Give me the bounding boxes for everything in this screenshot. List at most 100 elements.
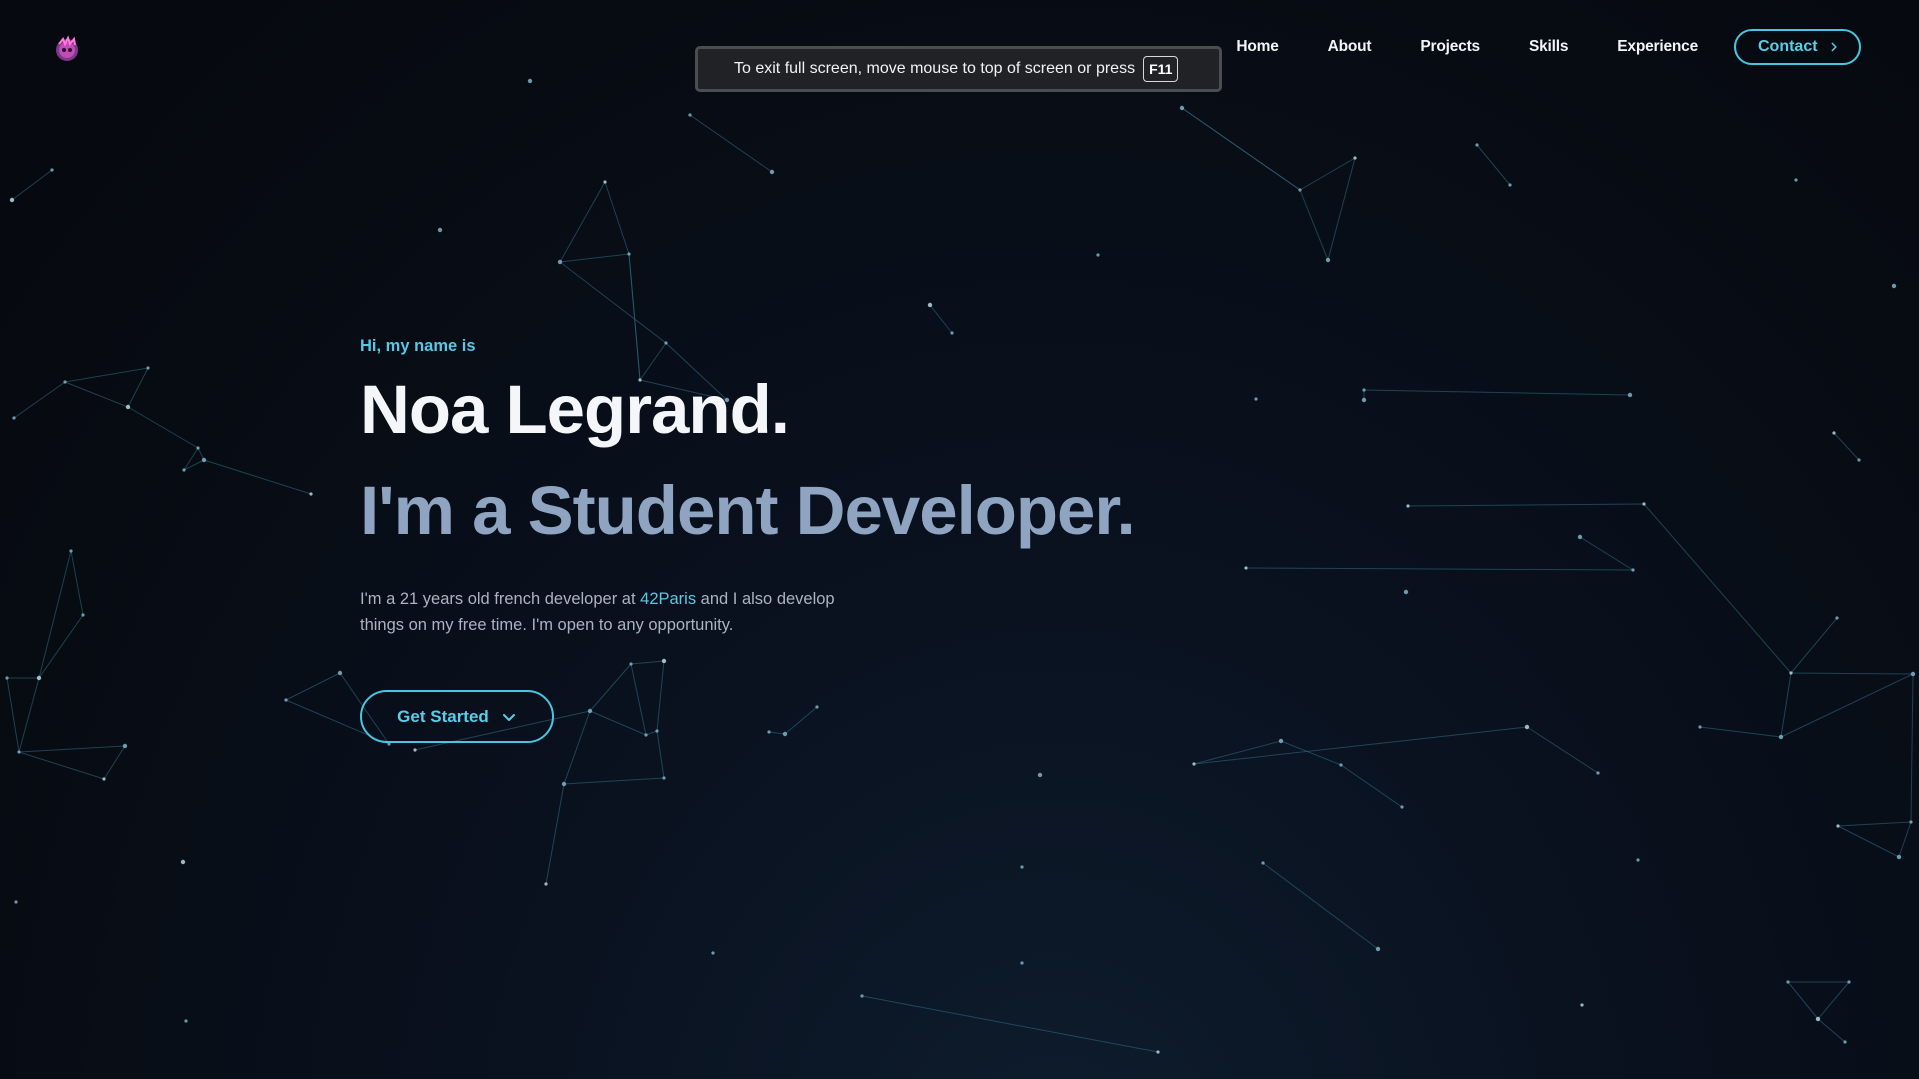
network-node — [557, 259, 563, 265]
network-node — [644, 733, 648, 737]
network-node — [1835, 616, 1839, 620]
network-node — [284, 698, 288, 702]
description-text-start: I'm a 21 years old french developer at — [360, 590, 641, 608]
network-edge — [1299, 189, 1329, 261]
network-edge — [768, 731, 786, 735]
network-edge — [589, 710, 647, 736]
network-node — [1789, 671, 1793, 675]
network-node — [603, 180, 607, 184]
network-edge — [656, 730, 665, 779]
network-edge — [559, 253, 630, 263]
network-edge — [38, 614, 84, 679]
network-node — [1179, 105, 1185, 111]
network-node — [1891, 283, 1897, 289]
network-node — [5, 676, 9, 680]
network-edge — [18, 745, 126, 753]
network-node — [561, 781, 567, 787]
network-edge — [70, 550, 84, 616]
network-edge — [285, 672, 341, 701]
network-node — [1375, 946, 1381, 952]
network-node — [1261, 861, 1265, 865]
get-started-button[interactable]: Get Started — [360, 690, 554, 743]
network-edge — [1181, 107, 1301, 191]
network-edge — [1327, 157, 1356, 261]
network-node — [1325, 257, 1331, 263]
page: To exit full screen, move mouse to top o… — [0, 0, 1919, 1079]
network-edge — [103, 745, 126, 780]
network-node — [1524, 724, 1530, 730]
network-node — [927, 302, 933, 308]
contact-button[interactable]: Contact — [1734, 29, 1861, 65]
nav-projects[interactable]: Projects — [1420, 38, 1480, 56]
network-node — [655, 729, 659, 733]
network-node — [1857, 458, 1861, 462]
network-edge — [630, 663, 647, 736]
network-edge — [656, 660, 665, 732]
nav-skills[interactable]: Skills — [1529, 38, 1569, 56]
network-node — [1642, 502, 1646, 506]
network-edge — [1643, 503, 1792, 674]
network-edge — [645, 730, 658, 736]
network-node — [950, 331, 954, 335]
network-node — [182, 468, 186, 472]
hero-name: Noa Legrand. — [360, 371, 790, 448]
network-node — [196, 446, 200, 450]
network-node — [1020, 865, 1024, 869]
network-edge — [784, 706, 818, 735]
network-edge — [559, 261, 667, 344]
network-edge — [604, 181, 630, 255]
network-node — [544, 882, 548, 886]
nav-experience[interactable]: Experience — [1617, 38, 1698, 56]
network-node — [201, 457, 207, 463]
network-edge — [1817, 1018, 1846, 1043]
nav-home[interactable]: Home — [1236, 38, 1278, 56]
network-edge — [18, 677, 40, 753]
network-node — [337, 670, 343, 676]
network-node — [12, 416, 16, 420]
nav-about[interactable]: About — [1328, 38, 1372, 56]
network-node — [527, 78, 533, 84]
network-node — [1475, 143, 1479, 147]
network-edge — [64, 367, 149, 383]
network-edge — [203, 459, 312, 495]
network-node — [125, 404, 131, 410]
network-edge — [563, 710, 591, 785]
get-started-label: Get Started — [397, 706, 489, 726]
network-edge — [64, 381, 129, 408]
network-node — [1815, 1016, 1821, 1022]
network-edge — [628, 253, 641, 381]
network-edge — [1193, 726, 1528, 765]
network-node — [815, 705, 819, 709]
fullscreen-notice-text: To exit full screen, move mouse to top o… — [734, 60, 1136, 77]
network-edge — [1299, 157, 1356, 191]
network-node — [1577, 534, 1583, 540]
network-node — [1406, 504, 1410, 508]
network-edge — [1526, 726, 1599, 774]
network-node — [63, 380, 67, 384]
network-node — [413, 748, 417, 752]
hero-greeting: Hi, my name is — [360, 337, 476, 355]
network-edge — [1245, 567, 1634, 571]
network-edge — [689, 114, 773, 173]
network-edge — [589, 663, 632, 712]
main-navigation: Home About Projects Skills Experience Co… — [1236, 29, 1861, 65]
network-edge — [563, 777, 665, 785]
network-node — [1400, 805, 1404, 809]
network-node — [627, 252, 631, 256]
network-node — [629, 662, 633, 666]
network-node — [1192, 762, 1196, 766]
network-edge — [1193, 740, 1282, 765]
network-node — [1698, 725, 1702, 729]
network-node — [9, 197, 15, 203]
network-node — [36, 675, 42, 681]
network-node — [1910, 671, 1916, 677]
network-node — [1156, 1050, 1160, 1054]
contact-button-label: Contact — [1758, 38, 1818, 55]
logo-icon[interactable] — [52, 34, 82, 64]
network-node — [1631, 568, 1635, 572]
network-edge — [1340, 764, 1403, 808]
network-node — [69, 549, 73, 553]
network-edge — [1837, 825, 1900, 858]
network-node — [122, 743, 128, 749]
network-node — [184, 1019, 188, 1023]
